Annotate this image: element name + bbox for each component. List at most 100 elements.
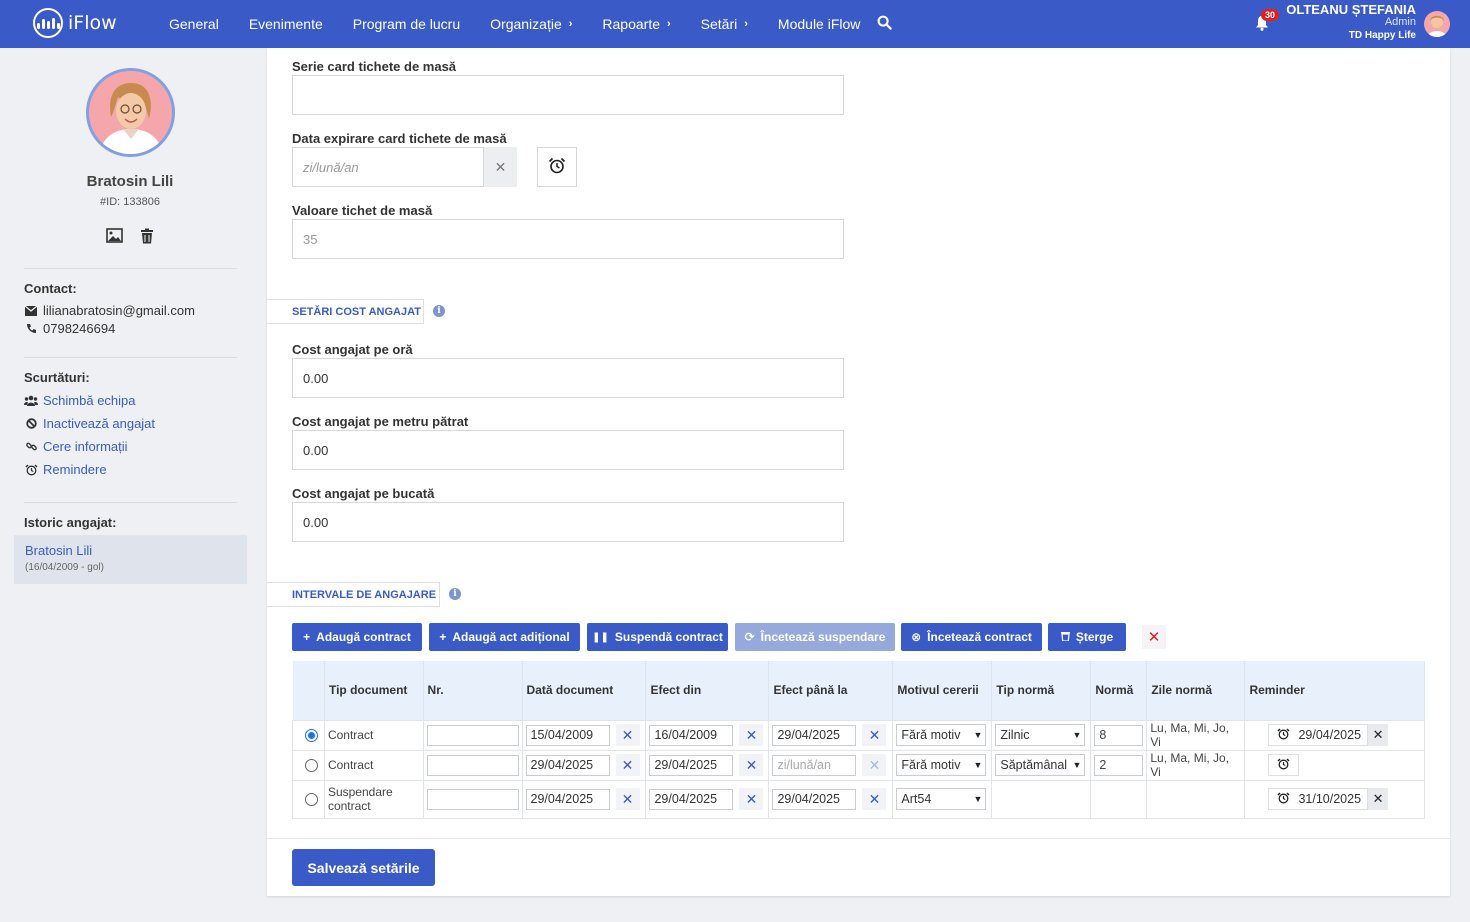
shortcut-label[interactable]: Remindere	[43, 462, 107, 477]
clear-date-button[interactable]: ✕	[862, 724, 887, 746]
clear-date-button[interactable]: ✕	[862, 788, 887, 810]
app-name: iFlow	[68, 12, 117, 34]
end-suspension-button[interactable]: ⟳ Încetează suspendare	[735, 623, 895, 651]
nav-item-4[interactable]: Rapoarte ›	[602, 16, 670, 32]
add-contract-button[interactable]: + Adaugă contract	[292, 623, 422, 651]
column-header: Reminder	[1244, 661, 1425, 720]
nav-item-5[interactable]: Setări ›	[701, 16, 748, 32]
norm-type-select[interactable]: Săptămânal ▼	[995, 754, 1086, 776]
history-item-period: (16/04/2009 - gol)	[25, 562, 104, 573]
cost-per-hour-label: Cost angajat pe oră	[292, 342, 413, 357]
contact-email[interactable]: lilianabratosin@gmail.com	[43, 303, 195, 318]
app-logo[interactable]: iFlow	[33, 8, 117, 38]
effective-from-input[interactable]: 29/04/2025	[649, 754, 734, 776]
clear-date-button[interactable]: ✕	[615, 754, 640, 776]
clear-date-button[interactable]: ✕	[484, 147, 517, 187]
set-reminder-button[interactable]	[537, 147, 577, 187]
shortcut-deactivate[interactable]: Inactivează angajat	[24, 416, 155, 431]
norm-input[interactable]: 8	[1094, 724, 1144, 746]
save-settings-button[interactable]: Salvează setările	[292, 849, 435, 886]
clear-date-button[interactable]: ✕	[739, 724, 764, 746]
nav-item-label: General	[169, 16, 219, 32]
clear-date-button[interactable]: ✕	[615, 788, 640, 810]
contact-phone[interactable]: 0798246694	[43, 321, 115, 336]
close-icon[interactable]: ✕	[1142, 625, 1166, 649]
reminder-button[interactable]: 31/10/2025	[1268, 788, 1369, 810]
document-date-input[interactable]: 29/04/2025	[525, 788, 610, 810]
table-row: Suspendare contract 29/04/2025 ✕ 29/04/20…	[292, 779, 1425, 819]
history-heading: Istoric angajat:	[24, 515, 117, 530]
row-select-radio[interactable]	[305, 758, 318, 772]
remove-reminder-button[interactable]: ✕	[1368, 788, 1389, 810]
meal-ticket-value-input[interactable]: 35	[292, 219, 844, 259]
plus-icon: +	[439, 630, 447, 644]
document-date-input[interactable]: 15/04/2009	[525, 724, 610, 746]
employee-id: #ID: 133806	[100, 196, 160, 208]
document-type: Suspendare contract	[323, 779, 424, 819]
ban-icon	[24, 418, 38, 429]
column-header: Motivul cererii	[892, 661, 993, 720]
history-item-name[interactable]: Bratosin Lili	[25, 543, 92, 558]
nav-item-1[interactable]: Evenimente	[249, 16, 323, 32]
column-header: Tip document	[324, 661, 424, 720]
meal-card-series-input[interactable]	[292, 75, 844, 115]
search-icon[interactable]	[877, 15, 892, 33]
shortcut-label[interactable]: Schimbă echipa	[43, 393, 136, 408]
meal-card-expiry-input[interactable]: zi/lună/an	[292, 147, 484, 187]
nav-item-3[interactable]: Organizație ›	[490, 16, 572, 32]
info-icon[interactable]: i	[449, 588, 461, 600]
reason-select[interactable]: Fără motiv ▼	[896, 724, 987, 746]
effective-to-input[interactable]: zi/lună/an	[772, 754, 857, 776]
document-number-input[interactable]	[426, 724, 519, 746]
cost-per-sqm-input[interactable]: 0.00	[292, 430, 844, 470]
effective-to-input[interactable]: 29/04/2025	[772, 724, 857, 746]
nav-item-2[interactable]: Program de lucru	[353, 16, 460, 32]
reminder-button[interactable]	[1268, 754, 1300, 776]
shortcut-reminders[interactable]: Remindere	[24, 462, 107, 477]
user-name: OLTEANU ȘTEFANIA	[1286, 2, 1416, 17]
shortcut-request-info[interactable]: Cere informații	[24, 439, 128, 454]
history-item[interactable]: Bratosin Lili (16/04/2009 - gol)	[14, 535, 247, 584]
end-contract-button[interactable]: ⊗ Încetează contract	[901, 623, 1042, 651]
reason-select[interactable]: Art54 ▼	[896, 788, 987, 810]
norm-input[interactable]: 2	[1094, 754, 1144, 776]
document-number-input[interactable]	[426, 754, 519, 776]
clear-date-button[interactable]: ✕	[739, 754, 764, 776]
divider	[24, 502, 237, 503]
effective-from-input[interactable]: 29/04/2025	[649, 788, 734, 810]
section-tab-employment-intervals[interactable]: INTERVALE DE ANGAJARE	[267, 582, 440, 607]
chevron-down-icon: ▼	[973, 794, 983, 804]
section-tab-cost-settings[interactable]: SETĂRI COST ANGAJAT	[267, 299, 424, 324]
shortcut-label[interactable]: Cere informații	[43, 439, 128, 454]
user-avatar[interactable]	[1424, 11, 1450, 37]
document-number-input[interactable]	[426, 788, 519, 810]
delete-button[interactable]: Șterge	[1048, 623, 1126, 651]
document-date-input[interactable]: 29/04/2025	[525, 754, 610, 776]
shortcut-change-team[interactable]: Schimbă echipa	[24, 393, 136, 408]
cost-per-piece-input[interactable]: 0.00	[292, 502, 844, 542]
image-icon[interactable]	[106, 228, 123, 247]
add-addendum-button[interactable]: + Adaugă act adițional	[429, 623, 580, 651]
nav-item-0[interactable]: General	[169, 16, 219, 32]
clear-date-button[interactable]: ✕	[862, 754, 887, 776]
trash-icon[interactable]	[140, 228, 154, 247]
pause-icon: ❚❚	[592, 631, 609, 643]
remove-reminder-button[interactable]: ✕	[1368, 724, 1389, 746]
info-icon[interactable]: i	[433, 305, 445, 317]
cost-per-hour-input[interactable]: 0.00	[292, 358, 844, 398]
clear-date-button[interactable]: ✕	[615, 724, 640, 746]
norm-days	[1146, 779, 1246, 819]
row-select-radio[interactable]	[305, 728, 318, 742]
row-select-radio[interactable]	[305, 792, 318, 806]
nav-item-6[interactable]: Module iFlow	[778, 16, 860, 32]
suspend-contract-button[interactable]: ❚❚ Suspendă contract	[587, 623, 728, 651]
reminder-button[interactable]: 29/04/2025	[1268, 724, 1369, 746]
norm-type-select[interactable]: Zilnic ▼	[995, 724, 1086, 746]
clear-date-button[interactable]: ✕	[739, 788, 764, 810]
reason-select[interactable]: Fără motiv ▼	[896, 754, 987, 776]
user-menu[interactable]: OLTEANU ȘTEFANIA Admin TD Happy Life	[1286, 3, 1416, 42]
meal-card-expiry-label: Data expirare card tichete de masă	[292, 131, 507, 146]
effective-to-input[interactable]: 29/04/2025	[772, 788, 857, 810]
shortcut-label[interactable]: Inactivează angajat	[43, 416, 155, 431]
effective-from-input[interactable]: 16/04/2009	[649, 724, 734, 746]
